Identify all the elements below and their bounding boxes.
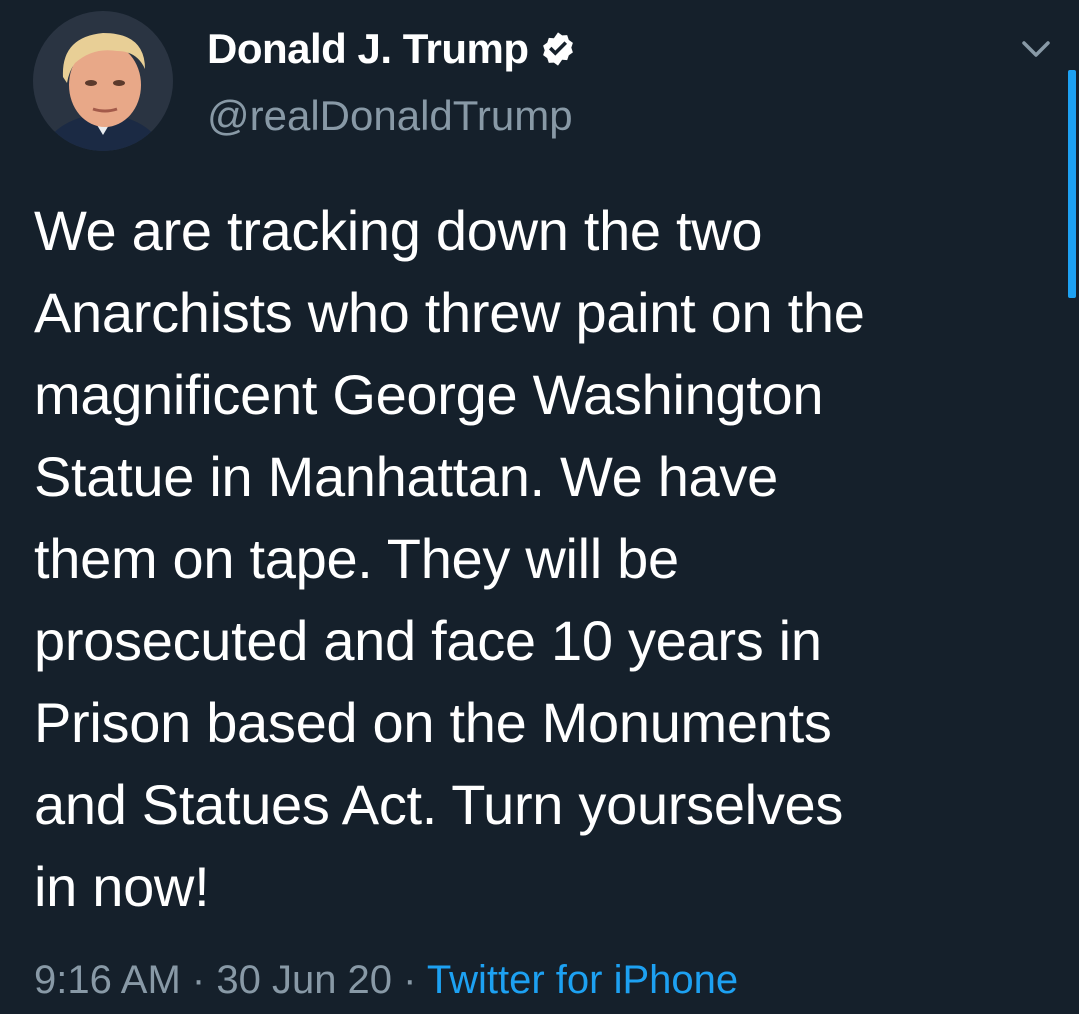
tweet-text-line: We are tracking down the two: [34, 199, 763, 262]
tweet-date[interactable]: 30 Jun 20: [216, 958, 392, 1002]
tweet-text-line: them on tape. They will be: [34, 527, 679, 590]
tweet-text-line: Anarchists who threw paint on the: [34, 281, 865, 344]
tweet-text-line: Statue in Manhattan. We have: [34, 445, 778, 508]
verified-badge-icon: [542, 32, 573, 66]
tweet-text-line: in now!: [34, 855, 210, 918]
tweet-time[interactable]: 9:16 AM: [34, 958, 181, 1002]
scrollbar[interactable]: [1068, 70, 1076, 298]
tweet-text-line: and Statues Act. Turn yourselves: [34, 773, 844, 836]
meta-separator: ·: [191, 958, 206, 1002]
meta-separator: ·: [403, 958, 417, 1002]
tweet-text-line: Prison based on the Monuments: [34, 691, 832, 754]
tweet-text-line: magnificent George Washington: [34, 363, 824, 426]
author-name-row[interactable]: Donald J. Trump: [207, 24, 577, 74]
tweet-text-line: prosecuted and face 10 years in: [34, 609, 822, 672]
tweet-text: We are tracking down the two Anarchists …: [34, 190, 1044, 928]
tweet-card: Donald J. Trump @realDonaldTrump We are …: [0, 0, 1079, 1014]
chevron-down-icon[interactable]: [1016, 34, 1056, 64]
avatar[interactable]: [33, 11, 173, 151]
avatar-image: [33, 11, 173, 151]
tweet-source-link[interactable]: Twitter for iPhone: [427, 958, 738, 1002]
tweet-meta: 9:16 AM · 30 Jun 20 · Twitter for iPhone: [34, 950, 738, 1010]
author-display-name[interactable]: Donald J. Trump: [207, 25, 529, 73]
author-handle[interactable]: @realDonaldTrump: [207, 92, 573, 140]
